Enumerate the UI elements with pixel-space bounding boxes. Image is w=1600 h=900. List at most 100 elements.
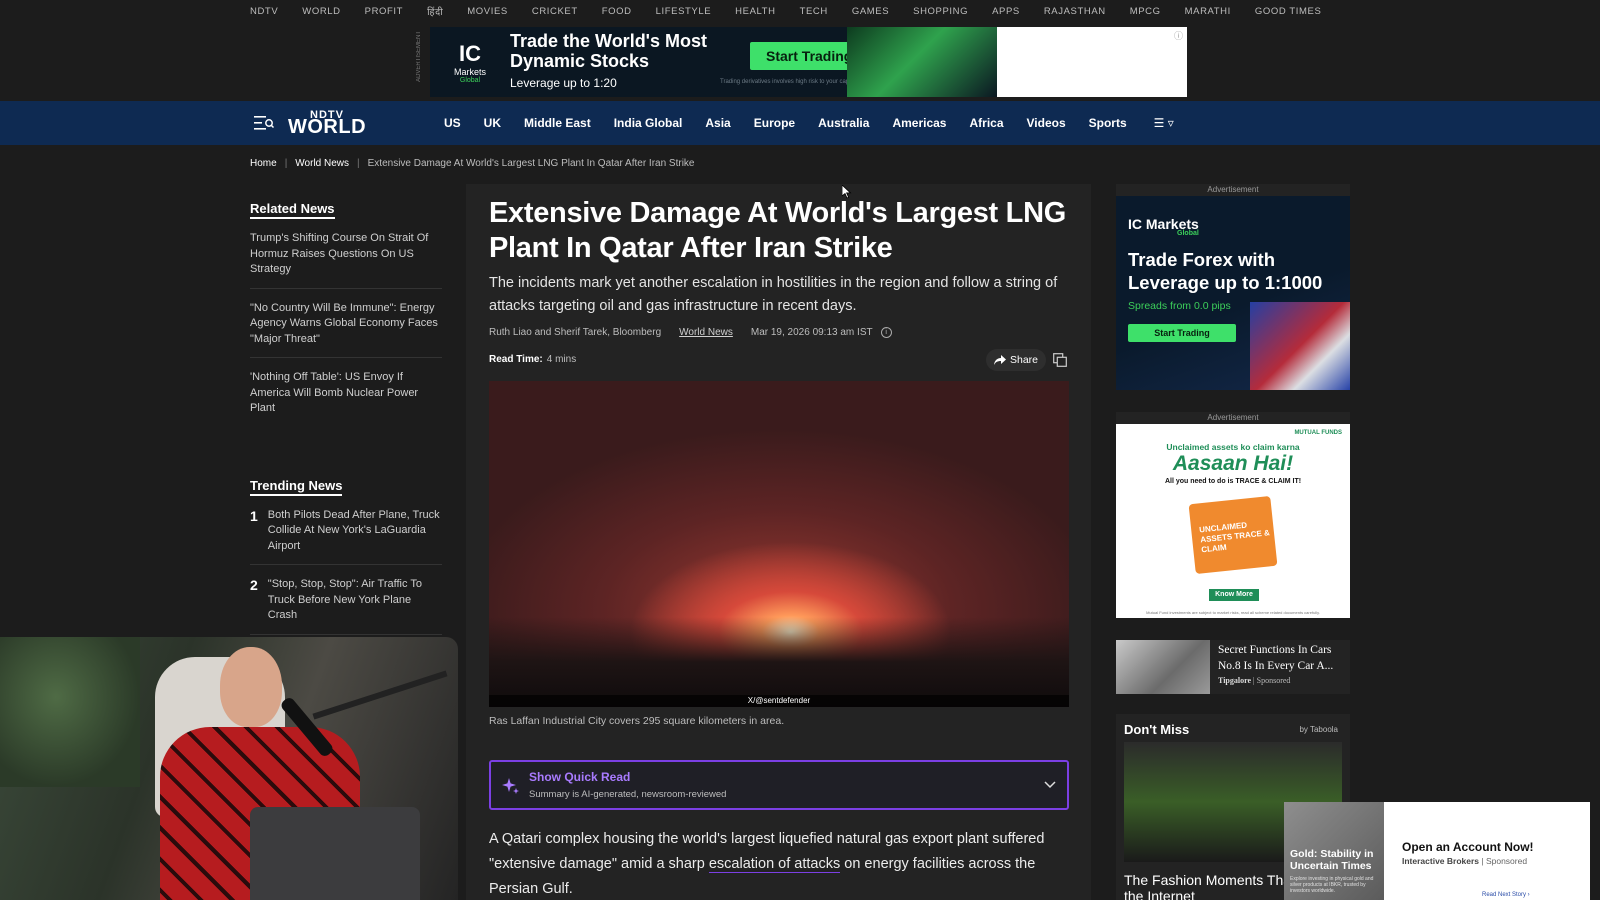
trending-rank: 2 bbox=[250, 577, 258, 593]
article-date: Mar 19, 2026 09:13 am IST bbox=[750, 327, 873, 338]
breadcrumb-home[interactable]: Home bbox=[250, 158, 277, 169]
image-credit: X/@sentdefender bbox=[489, 695, 1069, 707]
topbar-link[interactable]: WORLD bbox=[302, 6, 340, 17]
article-authors: Ruth Liao and Sherif Tarek, Bloomberg bbox=[489, 327, 662, 338]
topbar-link[interactable]: LIFESTYLE bbox=[656, 6, 712, 17]
ad-fine-print: Trading derivatives involves high risk t… bbox=[720, 79, 857, 85]
nav-link-americas[interactable]: Americas bbox=[892, 116, 946, 130]
sponsored-source: Tipgalore | Sponsored bbox=[1218, 676, 1291, 685]
article-body-paragraph: A Qatari complex housing the world's lar… bbox=[489, 831, 1045, 897]
chevron-down-icon bbox=[1044, 781, 1056, 789]
ad-label: Advertisement bbox=[1116, 184, 1350, 196]
nav-links: US UK Middle East India Global Asia Euro… bbox=[444, 101, 1197, 145]
topbar-link[interactable]: MPCG bbox=[1130, 6, 1161, 17]
topbar-link[interactable]: GOOD TIMES bbox=[1255, 6, 1322, 17]
ad-start-trading-button[interactable]: Start Trading bbox=[1128, 324, 1236, 342]
nav-link-uk[interactable]: UK bbox=[484, 116, 501, 130]
topbar-link[interactable]: GAMES bbox=[852, 6, 889, 17]
copy-link-icon[interactable] bbox=[1053, 353, 1067, 367]
topbar-link[interactable]: HEALTH bbox=[735, 6, 775, 17]
trending-rank: 1 bbox=[250, 507, 258, 524]
topbar-link[interactable]: FOOD bbox=[602, 6, 632, 17]
article-byline: Ruth Liao and Sherif Tarek, Bloomberg Wo… bbox=[489, 327, 892, 338]
article-card: Extensive Damage At World's Largest LNG … bbox=[466, 184, 1091, 900]
share-icon bbox=[994, 355, 1006, 365]
mouse-cursor-icon bbox=[842, 185, 852, 199]
webcam-presenter-head bbox=[220, 647, 282, 727]
nav-link-videos[interactable]: Videos bbox=[1027, 116, 1066, 130]
trending-news-item[interactable]: 1 Both Pilots Dead After Plane, Truck Co… bbox=[250, 507, 442, 565]
ad-label: Advertisement bbox=[1116, 412, 1350, 424]
taboola-label[interactable]: by Taboola bbox=[1299, 725, 1338, 734]
related-news-item[interactable]: 'Nothing Off Table': US Envoy If America… bbox=[250, 370, 442, 427]
sparkle-icon bbox=[502, 778, 519, 794]
nav-link-india-global[interactable]: India Global bbox=[614, 116, 683, 130]
article-hero-image[interactable]: X/@sentdefender bbox=[489, 381, 1069, 707]
webcam-overlay bbox=[0, 637, 458, 900]
escalation-link[interactable]: escalation of attacks bbox=[708, 856, 841, 873]
popup-image: Gold: Stability in Uncertain Times Explo… bbox=[1284, 802, 1384, 900]
topbar-link[interactable]: हिंदी bbox=[427, 5, 443, 18]
ad-label: ADVERTISEMENT bbox=[416, 31, 422, 82]
nav-link-africa[interactable]: Africa bbox=[969, 116, 1003, 130]
related-news-item[interactable]: "No Country Will Be Immune": Energy Agen… bbox=[250, 301, 442, 358]
ad-creative[interactable]: IC Markets Global Trade the World's Most… bbox=[430, 27, 997, 97]
breadcrumb: Home | World News | Extensive Damage At … bbox=[250, 158, 695, 169]
know-more-button[interactable]: Know More bbox=[1209, 589, 1259, 601]
nav-link-australia[interactable]: Australia bbox=[818, 116, 869, 130]
article-category-link[interactable]: World News bbox=[679, 327, 733, 338]
sponsored-thumbnail bbox=[1116, 640, 1210, 694]
ad-close-icon[interactable]: ⓘ bbox=[1174, 29, 1183, 42]
topbar-link[interactable]: SHOPPING bbox=[913, 6, 968, 17]
sponsored-popup[interactable]: Gold: Stability in Uncertain Times Explo… bbox=[1284, 802, 1590, 900]
ad-badge: MUTUAL FUNDS bbox=[1294, 430, 1342, 436]
nav-more-menu-icon[interactable]: ☰ ▿ bbox=[1154, 116, 1174, 130]
trending-headline[interactable]: "Stop, Stop, Stop": Air Traffic To Truck… bbox=[268, 577, 442, 624]
popup-title[interactable]: Open an Account Now! bbox=[1402, 840, 1534, 854]
unclaimed-assets-ad[interactable]: MUTUAL FUNDS Unclaimed assets ko claim k… bbox=[1116, 424, 1350, 618]
quick-read-toggle[interactable]: Show Quick Read Summary is AI-generated,… bbox=[489, 760, 1069, 810]
ad-graphic bbox=[847, 27, 997, 97]
sponsored-story[interactable]: Secret Functions In Cars No.8 Is In Ever… bbox=[1116, 640, 1350, 694]
topbar-link[interactable]: APPS bbox=[992, 6, 1020, 17]
ic-markets-ad[interactable]: IC Markets Global Trade Forex with Levera… bbox=[1116, 196, 1350, 390]
menu-search-icon[interactable] bbox=[254, 115, 274, 131]
topbar-link[interactable]: RAJASTHAN bbox=[1044, 6, 1106, 17]
trending-headline[interactable]: Both Pilots Dead After Plane, Truck Coll… bbox=[268, 508, 442, 555]
ad-flags-graphic bbox=[1250, 302, 1350, 390]
nav-link-middle-east[interactable]: Middle East bbox=[524, 116, 591, 130]
article-subtitle: The incidents mark yet another escalatio… bbox=[489, 275, 1058, 314]
sponsored-title: Secret Functions In Cars No.8 Is In Ever… bbox=[1218, 644, 1334, 672]
topbar-link[interactable]: MARATHI bbox=[1185, 6, 1231, 17]
breadcrumb-world-news[interactable]: World News bbox=[295, 158, 349, 169]
ndtv-world-logo[interactable]: NDTV WORLD bbox=[288, 109, 366, 137]
topbar-link[interactable]: MOVIES bbox=[467, 6, 508, 17]
nav-link-us[interactable]: US bbox=[444, 116, 461, 130]
folder-graphic: UNCLAIMED ASSETS TRACE & CLAIM bbox=[1188, 495, 1278, 575]
nav-link-sports[interactable]: Sports bbox=[1089, 116, 1127, 130]
nav-link-asia[interactable]: Asia bbox=[705, 116, 730, 130]
breadcrumb-separator: | bbox=[357, 158, 360, 169]
ad-logo: IC Markets Global bbox=[1128, 216, 1199, 237]
related-news-item[interactable]: Trump's Shifting Course On Strait Of Hor… bbox=[250, 231, 442, 289]
read-next-link[interactable]: Read Next Story › bbox=[1482, 892, 1530, 898]
trending-news-heading: Trending News bbox=[250, 478, 343, 496]
nav-link-europe[interactable]: Europe bbox=[754, 116, 795, 130]
quick-read-title: Show Quick Read bbox=[529, 770, 631, 784]
trending-news-item[interactable]: 2 "Stop, Stop, Stop": Air Traffic To Tru… bbox=[250, 577, 442, 635]
top-ad-banner[interactable]: ADVERTISEMENT IC Markets Global Trade th… bbox=[416, 27, 1187, 97]
topbar-link[interactable]: TECH bbox=[800, 6, 828, 17]
main-nav: NDTV WORLD US UK Middle East India Globa… bbox=[0, 101, 1600, 145]
webcam-mic-arm bbox=[312, 670, 448, 720]
topbar-link[interactable]: NDTV bbox=[250, 6, 278, 17]
left-sidebar: Related News Trump's Shifting Course On … bbox=[250, 200, 442, 647]
ad-logo: IC Markets Global bbox=[453, 40, 486, 84]
ad-headline: Trade Forex with Leverage up to 1:1000 bbox=[1128, 249, 1323, 293]
info-icon[interactable]: i bbox=[880, 327, 892, 338]
share-button[interactable]: Share bbox=[986, 349, 1047, 371]
topbar-link[interactable]: PROFIT bbox=[365, 6, 403, 17]
topbar-link[interactable]: CRICKET bbox=[532, 6, 578, 17]
hero-ground bbox=[489, 617, 1069, 707]
webcam-laptop bbox=[250, 807, 420, 900]
popup-brand: Interactive Brokers | Sponsored bbox=[1402, 856, 1528, 866]
